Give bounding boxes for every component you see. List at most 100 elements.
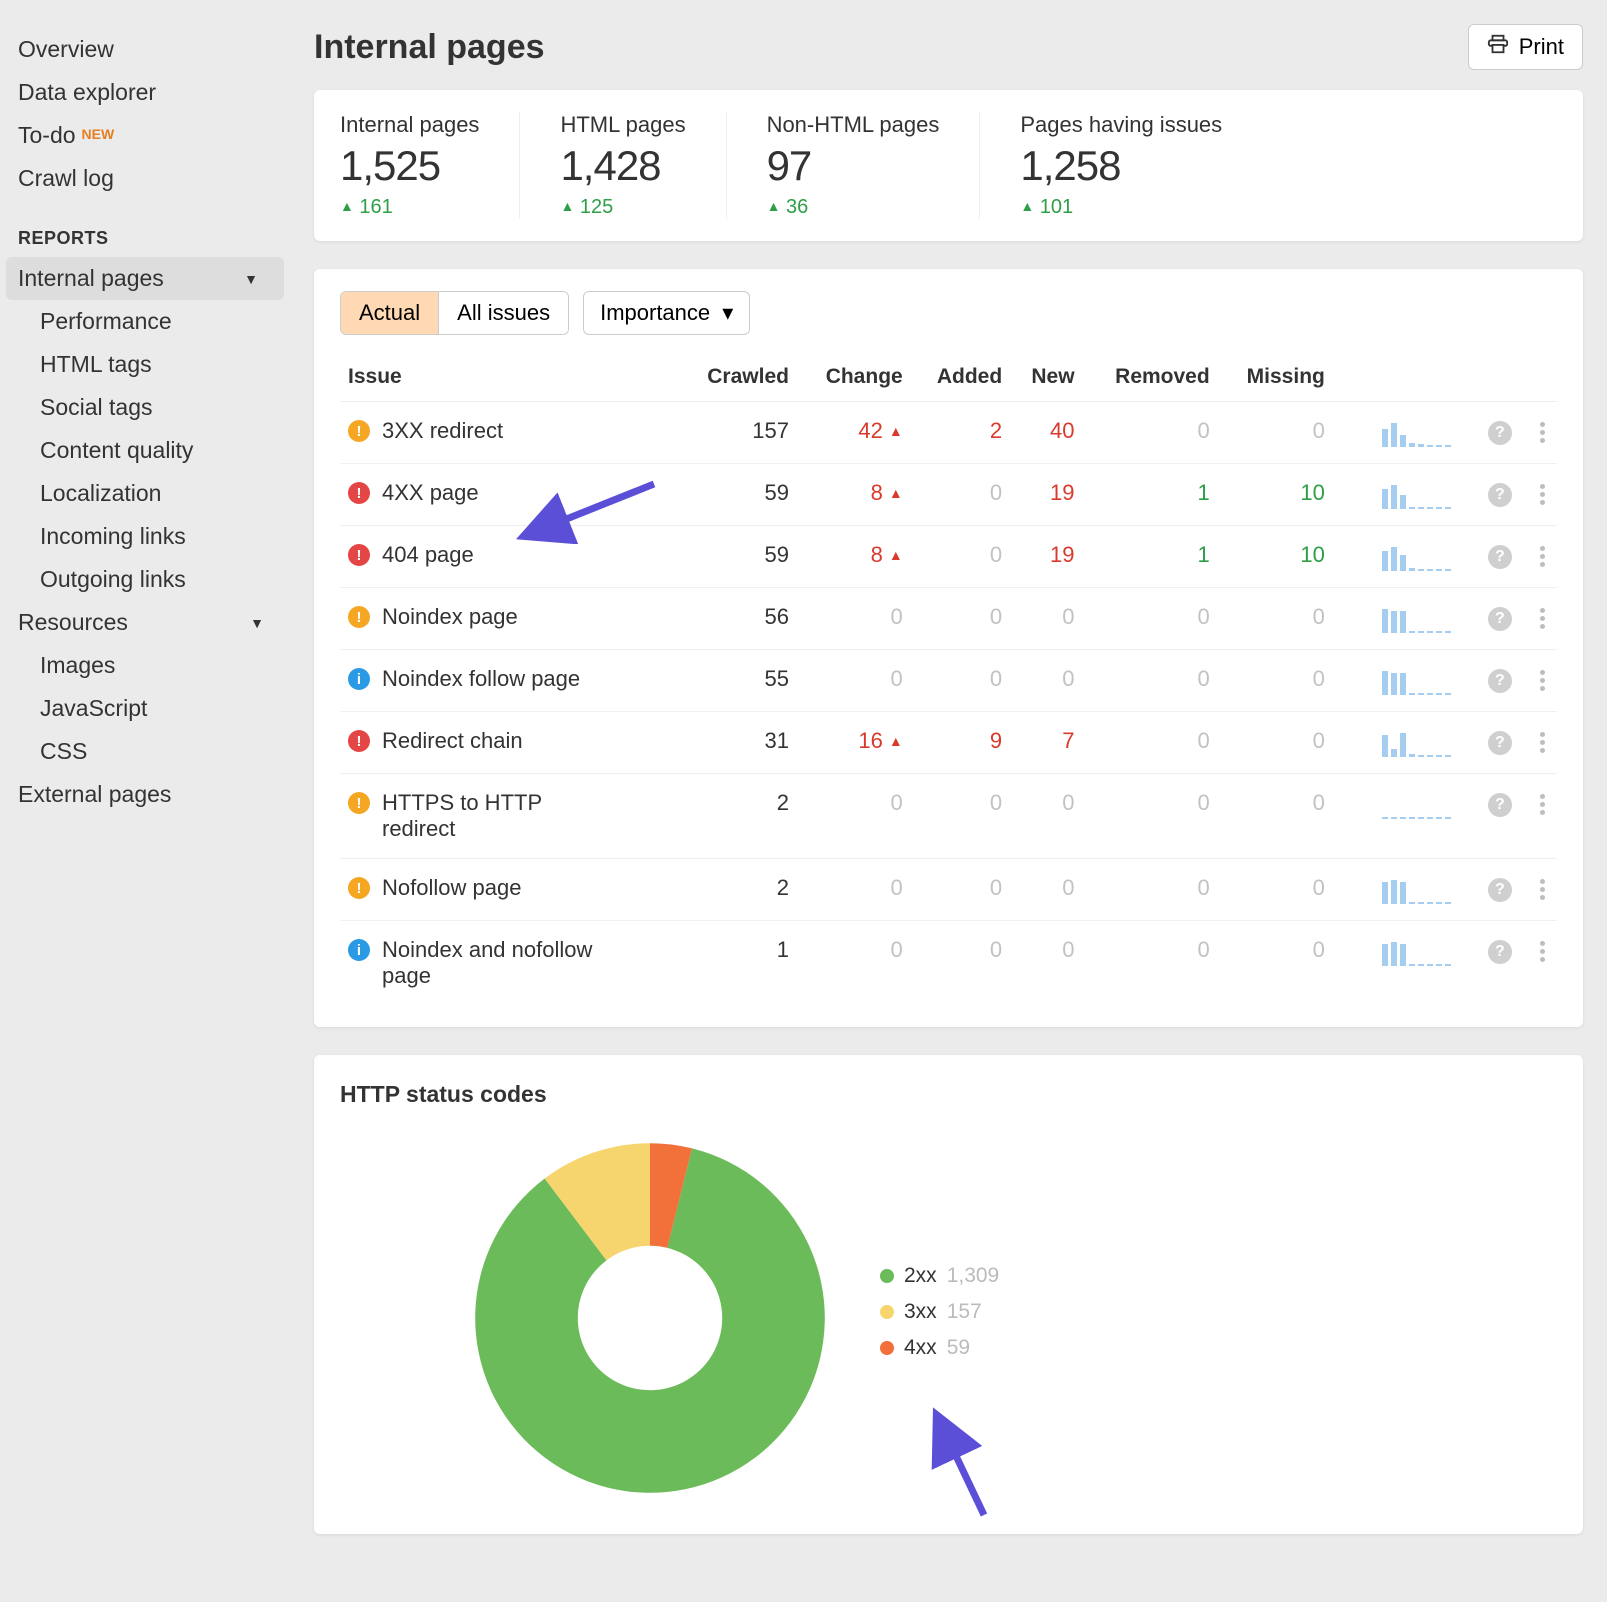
table-row[interactable]: !4XX page 59 8▲ 0 19 1 10 ? (340, 464, 1557, 526)
stat-block[interactable]: Pages having issues 1,258 ▲ 101 (1020, 112, 1222, 219)
help-icon[interactable]: ? (1488, 545, 1512, 569)
row-menu-icon[interactable] (1536, 728, 1549, 757)
legend-item[interactable]: 4xx 59 (880, 1336, 999, 1360)
cell-missing: 10 (1218, 464, 1333, 526)
cell-missing: 0 (1218, 588, 1333, 650)
sidebar-item[interactable]: Incoming links (0, 515, 290, 558)
table-row[interactable]: !Noindex page 56 0 0 0 0 0 ? (340, 588, 1557, 650)
printer-icon (1487, 33, 1509, 61)
sidebar-item[interactable]: Outgoing links (0, 558, 290, 601)
sidebar-item[interactable]: Images (0, 644, 290, 687)
stat-value: 1,258 (1020, 142, 1222, 190)
row-menu-icon[interactable] (1536, 480, 1549, 509)
col-issue[interactable]: Issue (340, 353, 678, 402)
help-icon[interactable]: ? (1488, 878, 1512, 902)
importance-label: Importance (600, 300, 710, 325)
stat-block[interactable]: HTML pages 1,428 ▲ 125 (560, 112, 685, 219)
severity-icon: i (348, 939, 370, 961)
help-icon[interactable]: ? (1488, 940, 1512, 964)
row-menu-icon[interactable] (1536, 790, 1549, 819)
help-icon[interactable]: ? (1488, 607, 1512, 631)
table-row[interactable]: !Nofollow page 2 0 0 0 0 0 ? (340, 859, 1557, 921)
print-button[interactable]: Print (1468, 24, 1583, 70)
cell-change: 16▲ (797, 712, 911, 774)
sidebar-item[interactable]: JavaScript (0, 687, 290, 730)
sidebar-item[interactable]: Social tags (0, 386, 290, 429)
cell-crawled: 56 (678, 588, 797, 650)
cell-missing: 0 (1218, 712, 1333, 774)
table-row[interactable]: iNoindex follow page 55 0 0 0 0 0 ? (340, 650, 1557, 712)
sparkline (1382, 481, 1452, 509)
cell-removed: 0 (1083, 712, 1218, 774)
col-crawled[interactable]: Crawled (678, 353, 797, 402)
col-new[interactable]: New (1010, 353, 1082, 402)
sidebar-item[interactable]: Crawl log (0, 157, 290, 200)
http-status-card: HTTP status codes 2xx 1,309 3xx 157 4xx … (314, 1055, 1583, 1534)
issue-name: 404 page (382, 542, 474, 568)
sidebar-item[interactable]: To-doNEW (0, 114, 290, 157)
help-icon[interactable]: ? (1488, 793, 1512, 817)
stat-value: 1,525 (340, 142, 479, 190)
sidebar-item[interactable]: Internal pages▼ (6, 257, 284, 300)
stat-block[interactable]: Non-HTML pages 97 ▲ 36 (767, 112, 940, 219)
importance-dropdown[interactable]: Importance ▾ (583, 291, 750, 335)
severity-icon: ! (348, 877, 370, 899)
tab-actual[interactable]: Actual (341, 292, 438, 334)
new-badge: NEW (82, 126, 115, 142)
legend-swatch (880, 1305, 894, 1319)
cell-added: 0 (911, 588, 1010, 650)
help-icon[interactable]: ? (1488, 483, 1512, 507)
sidebar-item[interactable]: Overview (0, 28, 290, 71)
cell-crawled: 2 (678, 859, 797, 921)
cell-new: 0 (1010, 921, 1082, 1006)
row-menu-icon[interactable] (1536, 875, 1549, 904)
cell-change: 8▲ (797, 464, 911, 526)
row-menu-icon[interactable] (1536, 666, 1549, 695)
issues-table: Issue Crawled Change Added New Removed M… (340, 353, 1557, 1005)
legend-item[interactable]: 3xx 157 (880, 1300, 999, 1324)
row-menu-icon[interactable] (1536, 418, 1549, 447)
cell-crawled: 59 (678, 464, 797, 526)
cell-crawled: 157 (678, 402, 797, 464)
chevron-down-icon: ▾ (722, 300, 733, 325)
table-row[interactable]: iNoindex and nofollow page 1 0 0 0 0 0 ? (340, 921, 1557, 1006)
stat-block[interactable]: Internal pages 1,525 ▲ 161 (340, 112, 479, 219)
legend-item[interactable]: 2xx 1,309 (880, 1264, 999, 1288)
sidebar-item[interactable]: External pages (0, 773, 290, 816)
sidebar-item[interactable]: Performance (0, 300, 290, 343)
sidebar-item[interactable]: HTML tags (0, 343, 290, 386)
cell-missing: 0 (1218, 774, 1333, 859)
row-menu-icon[interactable] (1536, 604, 1549, 633)
col-added[interactable]: Added (911, 353, 1010, 402)
table-row[interactable]: !3XX redirect 157 42▲ 2 40 0 0 ? (340, 402, 1557, 464)
stat-value: 1,428 (560, 142, 685, 190)
issue-name: Noindex page (382, 604, 518, 630)
sidebar-item[interactable]: Localization (0, 472, 290, 515)
col-removed[interactable]: Removed (1083, 353, 1218, 402)
sparkline (1382, 667, 1452, 695)
help-icon[interactable]: ? (1488, 669, 1512, 693)
sparkline (1382, 876, 1452, 904)
sparkline (1382, 938, 1452, 966)
row-menu-icon[interactable] (1536, 542, 1549, 571)
stat-delta: ▲ 36 (767, 196, 940, 219)
sidebar-item[interactable]: CSS (0, 730, 290, 773)
cell-new: 7 (1010, 712, 1082, 774)
sidebar-item[interactable]: Data explorer (0, 71, 290, 114)
table-row[interactable]: !404 page 59 8▲ 0 19 1 10 ? (340, 526, 1557, 588)
col-change[interactable]: Change (797, 353, 911, 402)
legend-value: 157 (947, 1300, 982, 1324)
sidebar-item[interactable]: Resources▼ (0, 601, 290, 644)
legend-value: 1,309 (947, 1264, 1000, 1288)
help-icon[interactable]: ? (1488, 421, 1512, 445)
col-missing[interactable]: Missing (1218, 353, 1333, 402)
cell-missing: 0 (1218, 859, 1333, 921)
cell-new: 19 (1010, 526, 1082, 588)
tab-all-issues[interactable]: All issues (438, 292, 568, 334)
table-row[interactable]: !HTTPS to HTTP redirect 2 0 0 0 0 0 ? (340, 774, 1557, 859)
donut-chart[interactable] (460, 1128, 840, 1508)
table-row[interactable]: !Redirect chain 31 16▲ 9 7 0 0 ? (340, 712, 1557, 774)
row-menu-icon[interactable] (1536, 937, 1549, 966)
help-icon[interactable]: ? (1488, 731, 1512, 755)
sidebar-item[interactable]: Content quality (0, 429, 290, 472)
